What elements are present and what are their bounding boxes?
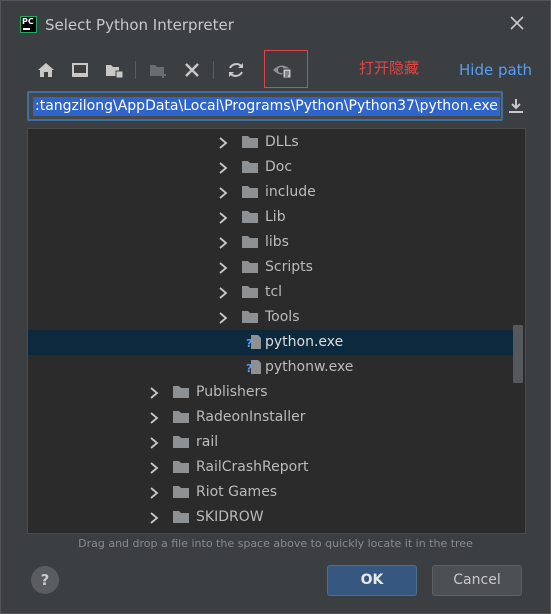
tree-row-label: Scripts [265, 259, 313, 275]
download-icon [509, 99, 523, 113]
tree-row[interactable]: include [28, 180, 514, 205]
chevron-right-icon[interactable] [217, 260, 229, 274]
dialog-title: Select Python Interpreter [45, 16, 234, 34]
folder-icon [241, 309, 259, 325]
tree-row[interactable]: libs [28, 230, 514, 255]
title-bar: PC Select Python Interpreter [1, 1, 550, 45]
tree-row-label: RailCrashReport [196, 459, 309, 475]
chevron-right-icon[interactable] [217, 235, 229, 249]
tree-row-label: rail [196, 434, 219, 450]
tree-row-label: libs [265, 234, 289, 250]
folder-icon [172, 459, 190, 475]
folder-icon [241, 234, 259, 250]
tree-row[interactable]: Doc [28, 155, 514, 180]
select-interpreter-dialog: PC Select Python Interpreter 打开隐藏 Hide p… [0, 0, 551, 614]
tree-row-label: Doc [265, 159, 293, 175]
tree-row[interactable]: rail [28, 430, 514, 455]
toolbar-separator [135, 61, 136, 79]
tree-row[interactable]: ? pythonw.exe [28, 355, 514, 380]
folder-icon [241, 159, 259, 175]
tree-row[interactable]: SKIDROW [28, 505, 514, 530]
chevron-right-icon[interactable] [148, 460, 160, 474]
project-folder-button[interactable] [103, 59, 125, 81]
download-button[interactable] [506, 96, 526, 116]
chevron-right-icon[interactable] [217, 185, 229, 199]
tree-row-label: RadeonInstaller [196, 409, 306, 425]
annotation-text: 打开隐藏 [359, 59, 420, 77]
close-button[interactable] [507, 13, 527, 33]
home-icon [38, 63, 54, 77]
tree-row-label: DLLs [265, 134, 299, 150]
folder-icon [241, 259, 259, 275]
tree-row-label: Riot Games [196, 484, 278, 500]
tree-row[interactable]: RadeonInstaller [28, 405, 514, 430]
tree-row-label: tcl [265, 284, 283, 300]
chevron-right-icon[interactable] [217, 135, 229, 149]
unknown-file-icon: ? [245, 334, 263, 350]
cancel-button[interactable]: Cancel [432, 565, 522, 596]
folder-icon [241, 134, 259, 150]
tree-row[interactable]: Lib [28, 205, 514, 230]
tree-row-label: Lib [265, 209, 286, 225]
chevron-right-icon[interactable] [148, 510, 160, 524]
folder-icon [172, 409, 190, 425]
folder-icon [172, 434, 190, 450]
highlight-box [264, 50, 308, 88]
chevron-right-icon[interactable] [148, 435, 160, 449]
chevron-right-icon[interactable] [148, 410, 160, 424]
new-folder-icon [150, 65, 166, 78]
folder-icon [172, 484, 190, 500]
tree-row[interactable]: Tools [28, 305, 514, 330]
desktop-button[interactable] [69, 59, 91, 81]
file-tree[interactable]: DLLs Doc include Lib libs Scripts tcl Tools? pyt… [27, 128, 526, 534]
delete-icon [185, 63, 199, 77]
chevron-right-icon[interactable] [217, 310, 229, 324]
ok-button[interactable]: OK [327, 565, 417, 596]
svg-text:?: ? [246, 337, 252, 350]
unknown-file-icon: ? [245, 359, 263, 375]
hide-path-link[interactable]: Hide path [459, 61, 532, 79]
path-input[interactable]: :tangzilong\AppData\Local\Programs\Pytho… [27, 91, 503, 121]
chevron-right-icon[interactable] [217, 210, 229, 224]
toolbar-separator [213, 61, 214, 79]
tree-row-label: Publishers [196, 384, 268, 400]
folder-icon [241, 209, 259, 225]
path-value: :tangzilong\AppData\Local\Programs\Pytho… [33, 97, 500, 116]
folder-icon [241, 284, 259, 300]
chevron-right-icon[interactable] [217, 160, 229, 174]
tree-row[interactable]: RailCrashReport [28, 455, 514, 480]
tree-row-label: python.exe [265, 334, 344, 350]
tree-row[interactable]: Riot Games [28, 480, 514, 505]
tree-row-label: pythonw.exe [265, 359, 354, 375]
project-folder-icon [106, 65, 124, 79]
folder-icon [172, 509, 190, 525]
chevron-right-icon[interactable] [148, 485, 160, 499]
chevron-right-icon[interactable] [148, 385, 160, 399]
tree-row[interactable]: Scripts [28, 255, 514, 280]
close-icon [510, 16, 524, 30]
tree-row[interactable]: DLLs [28, 130, 514, 155]
tree-row-label: SKIDROW [196, 509, 264, 525]
drag-drop-hint: Drag and drop a file into the space abov… [78, 537, 473, 550]
desktop-icon [72, 63, 88, 77]
svg-text:?: ? [246, 362, 252, 375]
tree-scrollbar[interactable] [513, 325, 523, 383]
folder-icon [241, 184, 259, 200]
delete-button[interactable] [181, 59, 203, 81]
tree-row-label: Tools [265, 309, 300, 325]
refresh-button[interactable] [225, 59, 247, 81]
tree-row[interactable]: ? python.exe [28, 330, 514, 355]
tree-row[interactable]: Publishers [28, 380, 514, 405]
pycharm-logo-icon: PC [20, 16, 37, 33]
tree-row[interactable]: tcl [28, 280, 514, 305]
tree-row-label: include [265, 184, 316, 200]
home-button[interactable] [35, 59, 57, 81]
refresh-icon [229, 63, 243, 77]
new-folder-button[interactable] [147, 59, 169, 81]
help-button[interactable]: ? [31, 566, 59, 594]
folder-icon [172, 384, 190, 400]
chevron-right-icon[interactable] [217, 285, 229, 299]
